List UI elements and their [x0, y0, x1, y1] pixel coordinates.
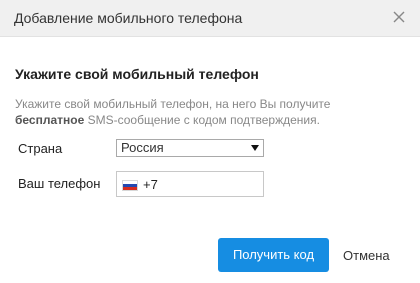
country-select[interactable]: Россия — [116, 139, 264, 157]
close-icon — [393, 11, 405, 23]
section-heading: Укажите свой мобильный телефон — [15, 66, 259, 82]
description-prefix: Укажите свой мобильный телефон, на него … — [15, 97, 331, 111]
dialog-header: Добавление мобильного телефона — [0, 0, 420, 37]
description: Укажите свой мобильный телефон, на него … — [15, 96, 410, 128]
country-label: Страна — [18, 141, 63, 156]
description-suffix: SMS-сообщение с кодом подтверждения. — [84, 113, 320, 127]
dialog-title: Добавление мобильного телефона — [14, 10, 243, 26]
description-bold: бесплатное — [15, 113, 85, 127]
phone-dialog: Добавление мобильного телефона Укажите с… — [0, 0, 420, 283]
phone-input-value: +7 — [143, 177, 158, 192]
close-button[interactable] — [388, 6, 410, 28]
cancel-button[interactable]: Отмена — [343, 248, 390, 263]
country-select-value: Россия — [121, 140, 164, 155]
phone-label: Ваш телефон — [18, 176, 101, 191]
russia-flag-icon — [122, 180, 138, 191]
get-code-button[interactable]: Получить код — [218, 238, 329, 272]
dropdown-arrow-icon — [251, 145, 259, 151]
phone-input[interactable]: +7 — [116, 171, 264, 197]
